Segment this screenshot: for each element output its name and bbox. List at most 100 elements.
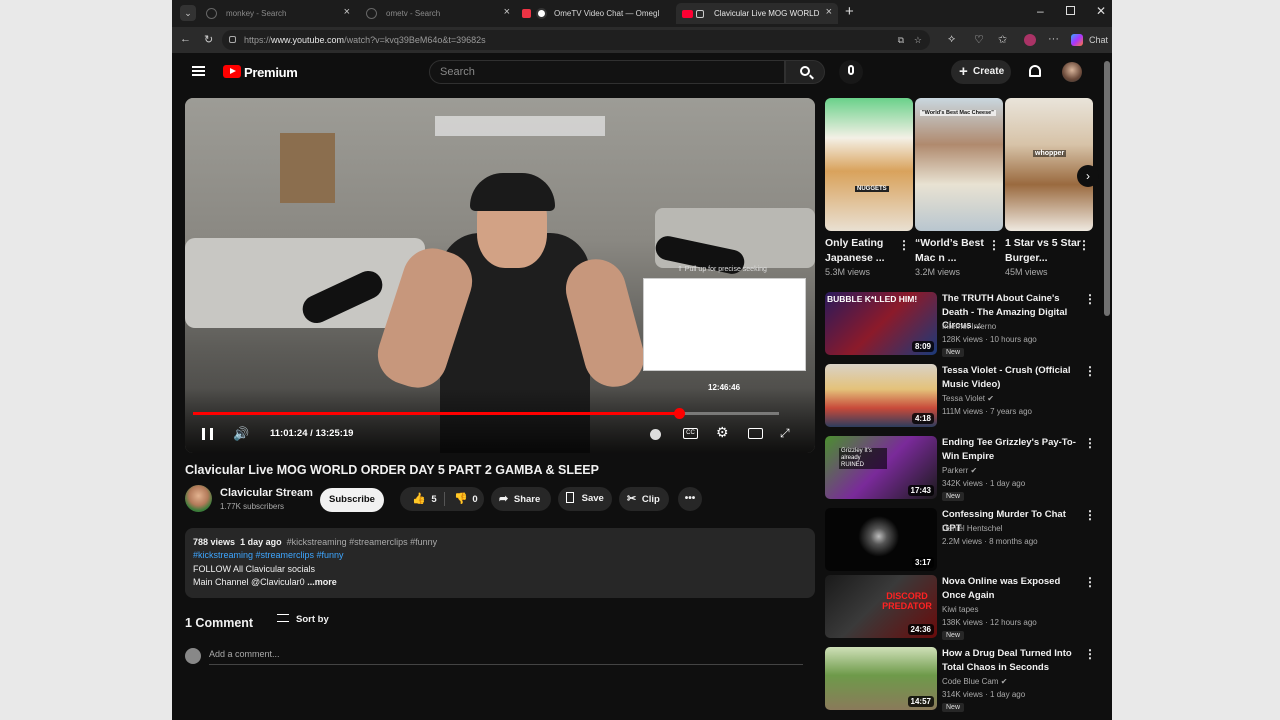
address-bar: ← ↻ https://www.youtube.com/watch?v=kvq3… [172, 27, 1112, 53]
recommendation-item[interactable]: Grizzley It's already RUINED 17:43 Endin… [825, 436, 1096, 501]
captions-icon[interactable]: CC [683, 428, 698, 439]
autoplay-toggle[interactable] [650, 429, 661, 440]
channel-name[interactable]: Parkerr ✔ [942, 466, 977, 475]
short-menu-icon[interactable]: ⋮ [1078, 238, 1090, 252]
description-box[interactable]: 788 views 1 day ago #kickstreaming #stre… [185, 528, 815, 598]
video-thumbnail[interactable]: Grizzley It's already RUINED 17:43 [825, 436, 937, 499]
extensions-icon[interactable]: ⟡ [948, 33, 955, 46]
tab-title: Clavicular Live MOG WORLD [714, 9, 820, 18]
close-window-icon[interactable]: ✕ [1096, 4, 1106, 18]
subscribe-button[interactable]: Subscribe [320, 488, 384, 512]
channel-name[interactable]: Clavicular Stream [220, 487, 313, 499]
short-thumbnail[interactable]: NUGGETS [825, 98, 913, 231]
close-tab-icon[interactable]: × [826, 6, 832, 18]
short-title[interactable]: 1 Star vs 5 Star Burger... [1005, 236, 1081, 265]
short-thumbnail[interactable]: "World's Best Mac Cheese" [915, 98, 1003, 231]
recommendation-item[interactable]: DISCORD PREDATOR 24:36 Nova Online was E… [825, 575, 1096, 640]
short-title[interactable]: “World’s Best Mac n ... [915, 236, 991, 265]
video-title[interactable]: Nova Online was Exposed Once Again [942, 575, 1082, 602]
fullscreen-icon[interactable]: ⤢ [780, 426, 790, 441]
voice-search-button[interactable] [839, 60, 863, 84]
minimize-icon[interactable]: – [1037, 4, 1044, 18]
open-in-app-icon[interactable]: ⧉ [898, 30, 904, 50]
profile-avatar[interactable] [1024, 34, 1036, 46]
channel-name[interactable]: Tessa Violet ✔ [942, 394, 994, 403]
tab-ometv-search[interactable]: ometv - Search × [356, 3, 516, 24]
video-menu-icon[interactable]: ⋮ [1084, 508, 1096, 522]
video-menu-icon[interactable]: ⋮ [1084, 364, 1096, 378]
shorts-next-button[interactable]: › [1077, 165, 1099, 187]
short-thumbnail[interactable]: whopper [1005, 98, 1093, 231]
recommendation-item[interactable]: 4:18 Tessa Violet - Crush (Official Musi… [825, 364, 1096, 428]
more-menu-icon[interactable]: ··· [1048, 33, 1059, 45]
page-scrollbar[interactable] [1104, 61, 1110, 316]
tab-ometv-chat[interactable]: OmeTV Video Chat — Omegl [516, 3, 676, 24]
channel-name[interactable]: Daniel Hentschel [942, 524, 1002, 533]
favorite-star-icon[interactable]: ☆ [914, 30, 922, 50]
maximize-icon[interactable] [1066, 6, 1075, 15]
clip-button[interactable]: ✂ Clip [619, 487, 669, 511]
video-menu-icon[interactable]: ⋮ [1084, 436, 1096, 450]
tab-monkey-search[interactable]: monkey - Search × [196, 3, 356, 24]
channel-name[interactable]: Internet Inferno [942, 322, 996, 331]
header-hashtags[interactable]: #kickstreaming #streamerclips #funny [287, 537, 438, 547]
video-menu-icon[interactable]: ⋮ [1084, 647, 1096, 661]
recommendation-item[interactable]: 3:17 Confessing Murder To Chat GPT Danie… [825, 508, 1096, 572]
volume-icon[interactable]: 🔊 [233, 426, 249, 442]
channel-name[interactable]: Code Blue Cam ✔ [942, 677, 1007, 686]
show-more-link[interactable]: ...more [307, 577, 337, 587]
recommendation-item[interactable]: BUBBLE K*LLED HIM! 8:09 The TRUTH About … [825, 292, 1096, 357]
video-player[interactable]: ⇑ Pull up for precise seeking 12:46:46 🔊… [185, 98, 815, 453]
url-field[interactable]: https://www.youtube.com/watch?v=kvq39BeM… [222, 30, 930, 50]
share-button[interactable]: ➦ Share [491, 487, 551, 511]
account-avatar[interactable] [1062, 62, 1082, 82]
short-menu-icon[interactable]: ⋮ [988, 238, 1000, 252]
create-button[interactable]: + Create [951, 60, 1011, 84]
recommendation-item[interactable]: 14:57 How a Drug Deal Turned Into Total … [825, 647, 1096, 712]
save-button[interactable]: Save [558, 487, 612, 511]
video-thumbnail[interactable]: 4:18 [825, 364, 937, 427]
youtube-logo-icon[interactable] [223, 65, 241, 78]
video-title[interactable]: How a Drug Deal Turned Into Total Chaos … [942, 647, 1082, 674]
search-input[interactable]: Search [429, 60, 785, 84]
theater-mode-icon[interactable] [748, 428, 763, 439]
add-comment-input[interactable]: Add a comment... [209, 649, 803, 665]
video-thumbnail[interactable]: BUBBLE K*LLED HIM! 8:09 [825, 292, 937, 355]
description-hashtags[interactable]: #kickstreaming #streamerclips #funny [193, 549, 807, 562]
progress-scrubber[interactable] [674, 408, 685, 419]
video-title[interactable]: Tessa Violet - Crush (Official Music Vid… [942, 364, 1082, 391]
window-panel [435, 116, 605, 136]
notifications-bell-icon[interactable] [1029, 65, 1041, 77]
short-title[interactable]: Only Eating Japanese ... [825, 236, 901, 265]
refresh-icon[interactable]: ↻ [204, 33, 213, 46]
youtube-brand-label[interactable]: Premium [244, 65, 298, 80]
hamburger-menu-icon[interactable] [192, 66, 205, 76]
video-title[interactable]: Ending Tee Grizzley's Pay-To-Win Empire [942, 436, 1082, 463]
like-button[interactable]: 👍 5 [400, 487, 444, 511]
video-thumbnail[interactable]: 3:17 [825, 508, 937, 571]
channel-avatar[interactable] [185, 485, 212, 512]
tab-youtube[interactable]: Clavicular Live MOG WORLD × [676, 3, 838, 24]
short-menu-icon[interactable]: ⋮ [898, 238, 910, 252]
back-icon[interactable]: ← [180, 33, 191, 45]
close-tab-icon[interactable]: × [504, 6, 510, 18]
sort-comments-button[interactable]: Sort by [277, 614, 329, 625]
tab-actions-icon[interactable]: ⌄ [180, 5, 196, 21]
video-menu-icon[interactable]: ⋮ [1084, 292, 1096, 306]
pause-button[interactable] [202, 428, 213, 440]
copilot-icon[interactable] [1071, 34, 1083, 46]
video-thumbnail[interactable]: DISCORD PREDATOR 24:36 [825, 575, 937, 638]
video-menu-icon[interactable]: ⋮ [1084, 575, 1096, 589]
speaker-icon[interactable] [696, 10, 704, 18]
channel-name[interactable]: Kiwi tapes [942, 605, 978, 614]
video-thumbnail[interactable]: 14:57 [825, 647, 937, 710]
favorites-icon[interactable]: ✩ [998, 33, 1007, 46]
settings-gear-icon[interactable]: ⚙ [716, 424, 729, 441]
dislike-button[interactable]: 👎 0 [446, 487, 484, 511]
more-actions-button[interactable]: ••• [678, 487, 702, 511]
new-tab-icon[interactable]: + [845, 3, 854, 20]
browser-essentials-icon[interactable]: ♡ [974, 33, 984, 46]
copilot-chat-label[interactable]: Chat [1089, 35, 1108, 45]
search-button[interactable] [785, 60, 825, 84]
close-tab-icon[interactable]: × [344, 6, 350, 18]
